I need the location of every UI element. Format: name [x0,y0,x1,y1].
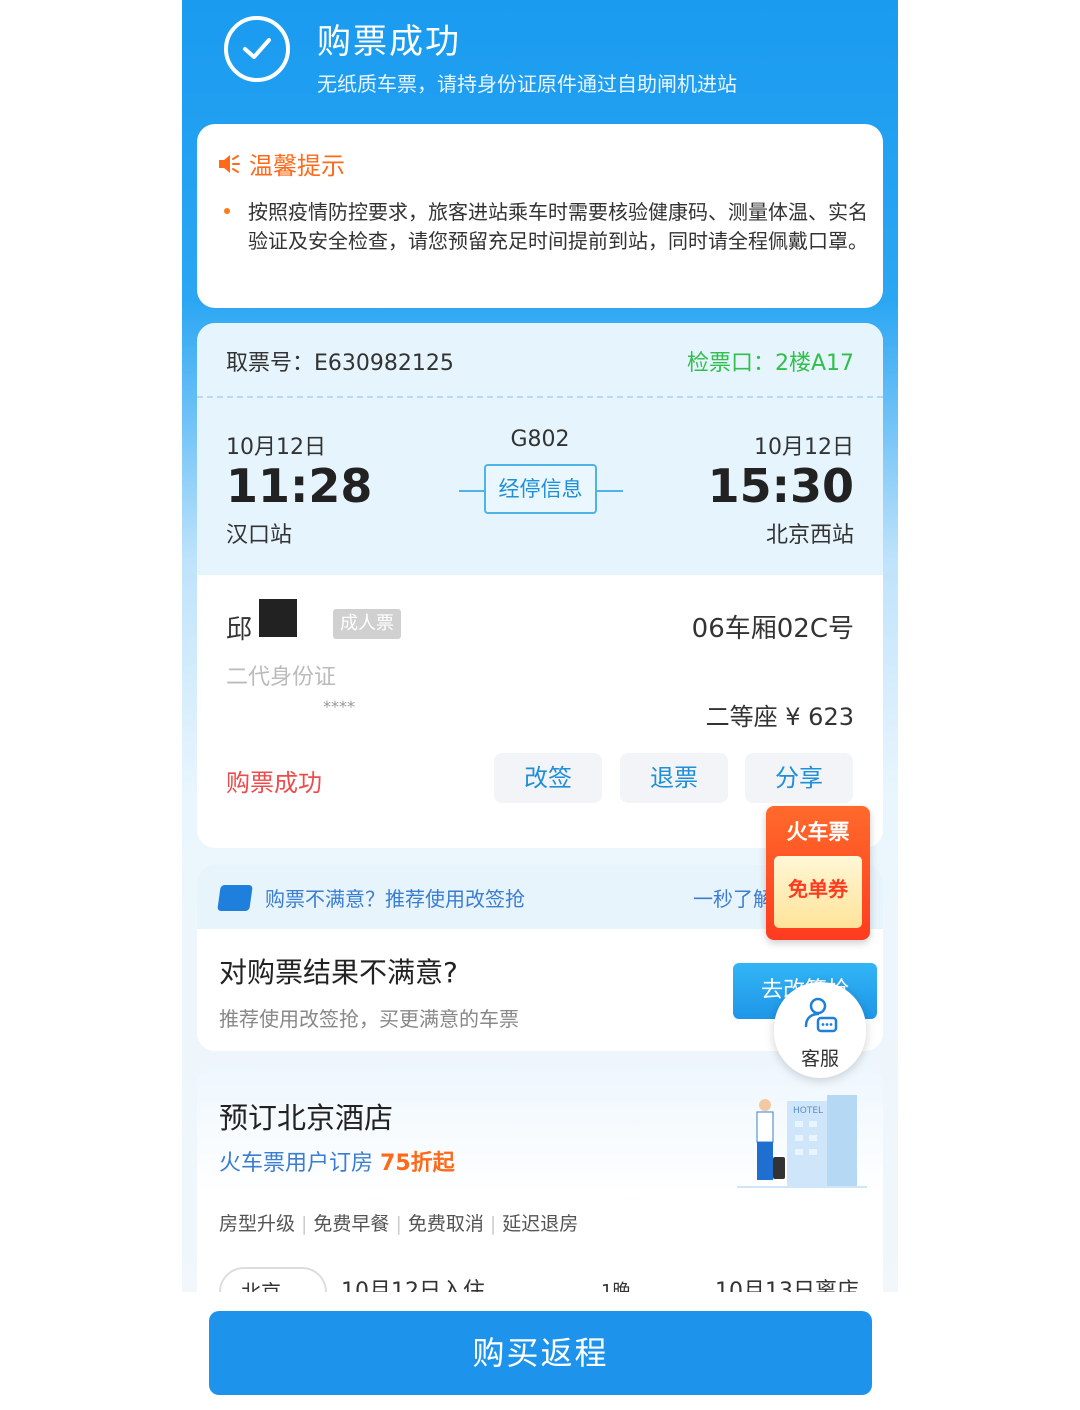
nights-count: 1晚 [601,1281,631,1292]
dashed-divider [197,396,883,398]
id-type: 二代身份证 [226,665,337,690]
screen: 购票成功 无纸质车票，请持身份证原件通过自助闸机进站 温馨提示 按照疫情防控要求… [182,0,898,1292]
hotel-tag: 房型升级 [219,1213,296,1235]
departure-station: 汉口站 [226,523,293,548]
tips-body: 按照疫情防控要求，旅客进站乘车时需要核验健康码、测量体温、实名验证及安全检查，请… [248,200,868,253]
float-coupon-label: 免单券 [774,856,862,928]
free-coupon-float[interactable]: 火车票 免单券 [766,806,870,940]
checkout-date[interactable]: 10月13日离店 [715,1273,859,1292]
change-ticket-button[interactable]: 改签 [494,753,602,803]
tips-card: 温馨提示 按照疫情防控要求，旅客进站乘车时需要核验健康码、测量体温、实名验证及安… [197,124,883,308]
hotel-illustration: HOTEL [737,1095,867,1195]
hotel-tag: 免费早餐 [313,1213,390,1235]
share-button[interactable]: 分享 [745,753,853,803]
chevron-down-icon: ⌄ [287,1280,305,1292]
refund-button[interactable]: 退票 [620,753,728,803]
order-status: 购票成功 [226,769,322,797]
seat-number: 06车厢02C号 [691,614,854,644]
passenger-name: 邱 [226,615,253,645]
ticket-icon [217,885,253,911]
buy-return-button[interactable]: 购买返程 [209,1311,872,1395]
hotel-title: 预订北京酒店 [219,1101,394,1135]
speaker-icon [217,153,241,175]
customer-service-icon [804,996,838,1038]
hotel-sub-text: 火车票用户订房 [219,1151,374,1176]
tips-title: 温馨提示 [249,152,345,180]
id-number: **** [323,697,355,716]
arrival-time: 15:30 [707,459,854,513]
check-in-gate: 检票口：2楼A17 [686,351,854,376]
hotel-tags: 房型升级 | 免费早餐 | 免费取消 | 延迟退房 [219,1213,579,1235]
success-check-icon [224,16,290,82]
ticket-type-badge: 成人票 [333,609,401,639]
city-selector[interactable]: 北京 ⌄ [219,1267,327,1292]
float-train-ticket-label: 火车票 [786,820,850,844]
hotel-discount: 75折起 [380,1151,455,1176]
page-subtitle: 无纸质车票，请持身份证原件通过自助闸机进站 [317,72,737,96]
reschedule-title: 对购票结果不满意? [219,956,458,989]
hotel-subtitle: 火车票用户订房 75折起 [219,1145,455,1177]
ticket-card: 取票号：E630982125 检票口：2楼A17 10月12日 11:28 汉口… [197,323,883,848]
promo-learn-more[interactable]: 一秒了解 [693,883,773,912]
arrival-station: 北京西站 [765,523,854,548]
hotel-sign: HOTEL [793,1106,823,1116]
departure-time: 11:28 [226,459,373,513]
city-label: 北京 [241,1280,281,1292]
arrival-date: 10月12日 [754,435,854,460]
customer-service-label: 客服 [800,1048,839,1070]
pickup-number: 取票号：E630982125 [226,351,454,376]
reschedule-subtitle: 推荐使用改签抢，买更满意的车票 [219,1007,519,1031]
redacted-name-block [259,599,297,637]
seat-class-fare: 二等座 ¥ 623 [705,703,854,731]
tips-header: 温馨提示 [217,146,345,181]
checkin-date[interactable]: 10月12日入住 [341,1273,485,1292]
bullet-dot [224,208,230,214]
hotel-tag: 免费取消 [407,1213,484,1235]
customer-service-button[interactable]: 客服 [774,982,866,1078]
page-title: 购票成功 [317,22,461,62]
hotel-tag: 延迟退房 [502,1213,579,1235]
promo-text: 购票不满意？推荐使用改签抢 [265,887,525,911]
hotel-card[interactable]: 预订北京酒店 火车票用户订房 75折起 房型升级 | 免费早餐 | 免费取消 | 延迟退房 … [197,1067,883,1292]
stops-info-button[interactable]: 经停信息 [484,464,597,514]
